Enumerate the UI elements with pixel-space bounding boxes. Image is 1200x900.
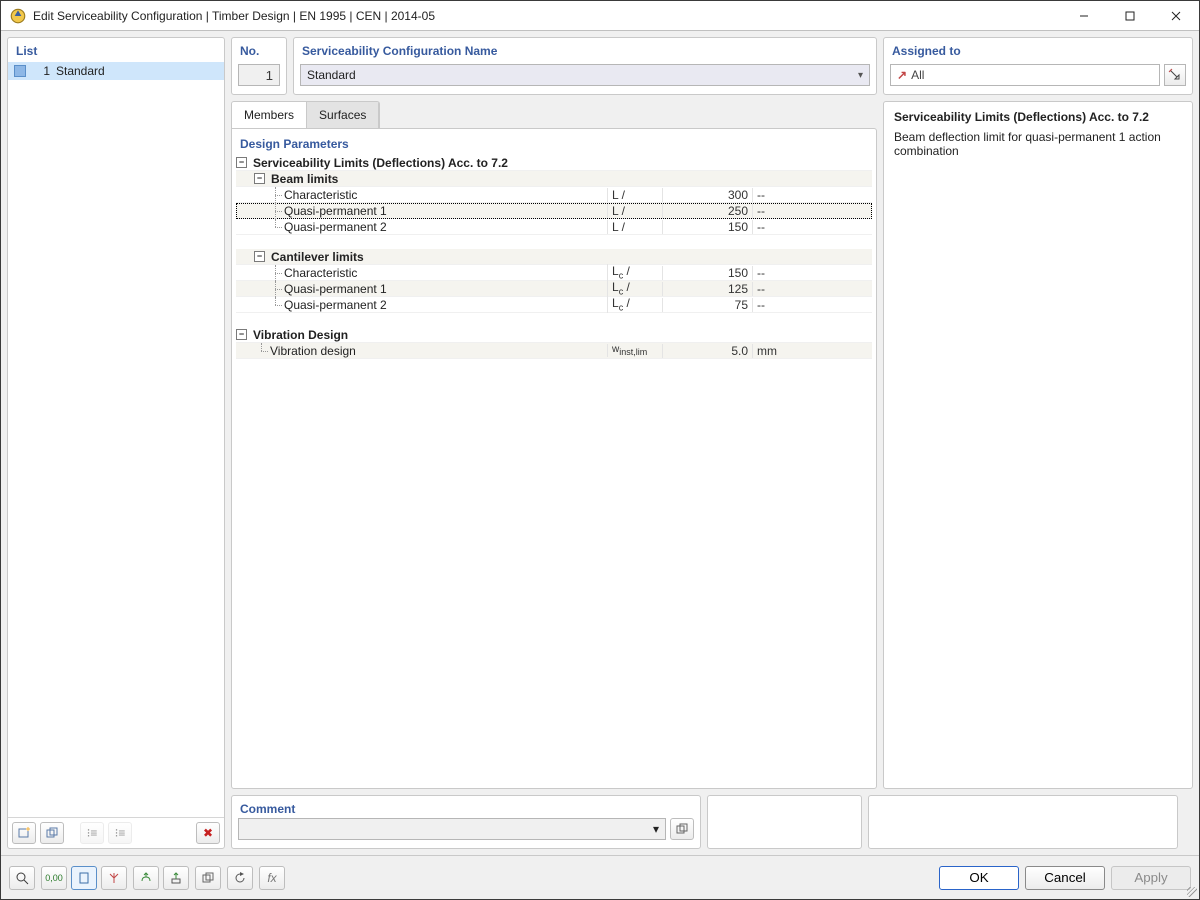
group-beam-limits[interactable]: − Beam limits [236,171,872,187]
assigned-card: Assigned to ↗ All [883,37,1193,95]
apply-button: Apply [1111,866,1191,890]
resize-grip-icon[interactable] [1187,887,1197,897]
window-title: Edit Serviceability Configuration | Timb… [33,9,1061,23]
row-cant-characteristic[interactable]: Characteristic Lc / 150 -- [236,265,872,281]
expand-button[interactable]: ⁝≡ [108,822,132,844]
number-input[interactable] [238,64,280,86]
cancel-button[interactable]: Cancel [1025,866,1105,890]
maximize-button[interactable] [1107,1,1153,31]
assigned-input[interactable]: ↗ All [890,64,1160,86]
function-button[interactable]: fx [259,866,285,890]
group-vibration-design[interactable]: − Vibration Design [236,327,872,343]
group-cantilever-limits[interactable]: − Cantilever limits [236,249,872,265]
comment-library-button[interactable] [670,818,694,840]
collapse-icon[interactable]: − [254,251,265,262]
row-vibration-design[interactable]: Vibration design winst,lim 5.0 mm [236,343,872,359]
row-beam-quasi-permanent-2[interactable]: Quasi-permanent 2 L / 150 -- [236,219,872,235]
assigned-value: All [911,68,924,82]
list-item-name: Standard [56,64,105,78]
parameters-tree: − Serviceability Limits (Deflections) Ac… [232,155,876,367]
number-card: No. [231,37,287,95]
list-title: List [8,38,224,62]
preview-stub [707,795,862,849]
chevron-down-icon: ▾ [653,822,659,836]
parameters-panel: Design Parameters − Serviceability Limit… [231,128,877,789]
assigned-pick-button[interactable] [1164,64,1186,86]
row-beam-characteristic[interactable]: Characteristic L / 300 -- [236,187,872,203]
assigned-label: Assigned to [884,38,1192,60]
info-panel: Serviceability Limits (Deflections) Acc.… [883,101,1193,789]
close-button[interactable] [1153,1,1199,31]
name-label: Serviceability Configuration Name [294,38,876,60]
row-cant-quasi-permanent-2[interactable]: Quasi-permanent 2 Lc / 75 -- [236,297,872,313]
tabs: Members Surfaces [231,101,380,128]
list-toolbar: ⁝≡ ⁝≡ ✖ [8,817,224,848]
collapse-button[interactable]: ⁝≡ [80,822,104,844]
tab-members[interactable]: Members [232,102,307,128]
assign-wand-icon: ↗ [897,68,907,82]
reset-button[interactable] [227,866,253,890]
comment-label: Comment [238,800,694,818]
minimize-button[interactable] [1061,1,1107,31]
info-stub [868,795,1178,849]
ok-button[interactable]: OK [939,866,1019,890]
comment-card: Comment ▾ [231,795,701,849]
list-color-swatch [14,65,26,77]
group-serviceability-limits[interactable]: − Serviceability Limits (Deflections) Ac… [236,155,872,171]
row-cant-quasi-permanent-1[interactable]: Quasi-permanent 1 Lc / 125 -- [236,281,872,297]
titlebar: Edit Serviceability Configuration | Timb… [1,1,1199,31]
info-body: Beam deflection limit for quasi-permanen… [894,130,1182,158]
new-item-button[interactable] [12,822,36,844]
copy-all-button[interactable] [195,866,221,890]
parameters-title: Design Parameters [232,129,876,155]
collapse-icon[interactable]: − [236,157,247,168]
row-beam-quasi-permanent-1[interactable]: Quasi-permanent 1 L / 250 -- [236,203,872,219]
list-item-number: 1 [32,64,50,78]
collapse-icon[interactable]: − [236,329,247,340]
units-button[interactable]: 0,00 [41,866,67,890]
copy-item-button[interactable] [40,822,64,844]
list-panel: List 1 Standard ⁝≡ ⁝≡ ✖ [7,37,225,849]
chevron-down-icon: ▾ [858,70,863,81]
footer-bar: 0,00 fx OK Cancel Apply [1,855,1199,899]
app-icon [9,7,27,25]
list-item[interactable]: 1 Standard [8,62,224,80]
tab-surfaces[interactable]: Surfaces [307,102,379,128]
name-card: Serviceability Configuration Name Standa… [293,37,877,95]
info-title: Serviceability Limits (Deflections) Acc.… [894,110,1182,124]
collapse-icon[interactable]: − [254,173,265,184]
view-mode-2-button[interactable] [101,866,127,890]
view-mode-1-button[interactable] [71,866,97,890]
export-button[interactable] [163,866,189,890]
name-select[interactable]: Standard ▾ [300,64,870,86]
import-button[interactable] [133,866,159,890]
delete-item-button[interactable]: ✖ [196,822,220,844]
search-icon-button[interactable] [9,866,35,890]
name-value: Standard [307,68,356,82]
number-label: No. [232,38,286,60]
comment-input[interactable]: ▾ [238,818,666,840]
